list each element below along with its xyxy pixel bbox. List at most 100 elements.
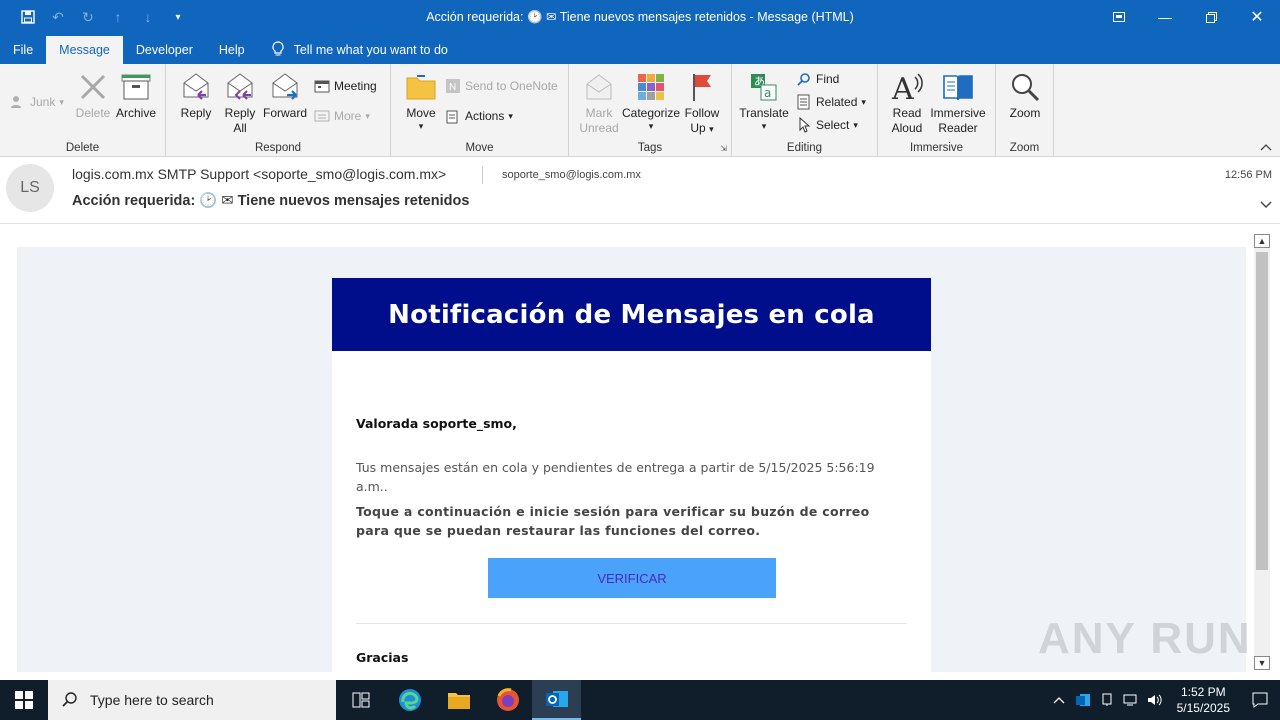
lightbulb-icon bbox=[272, 40, 284, 60]
delete-icon bbox=[76, 70, 110, 104]
tell-me-label: Tell me what you want to do bbox=[293, 43, 448, 57]
vertical-scrollbar[interactable]: ▲ ▼ bbox=[1254, 234, 1270, 670]
move-group: Move ▾ N Send to OneNote Actions ▾ Move bbox=[391, 64, 569, 157]
system-tray: 1:52 PM 5/15/2025 bbox=[1047, 680, 1280, 720]
scroll-down-icon[interactable]: ▼ bbox=[1254, 656, 1270, 670]
categorize-button[interactable]: Categorize ▾ bbox=[621, 70, 681, 131]
maximize-icon[interactable] bbox=[1188, 0, 1234, 34]
email-thanks: Gracias bbox=[356, 650, 409, 665]
avatar[interactable]: LS bbox=[6, 164, 54, 212]
sender[interactable]: logis.com.mx SMTP Support <soporte_smo@l… bbox=[72, 166, 446, 182]
editing-group: あa Translate ▾ Find Related ▾ Select ▾ Edi… bbox=[732, 64, 878, 157]
onenote-icon: N bbox=[445, 78, 461, 94]
tell-me-search[interactable]: Tell me what you want to do bbox=[258, 36, 448, 64]
reply-button[interactable]: Reply bbox=[176, 70, 216, 121]
zoom-button[interactable]: Zoom bbox=[1004, 70, 1046, 121]
scroll-up-icon[interactable]: ▲ bbox=[1254, 234, 1270, 248]
clock[interactable]: 1:52 PM 5/15/2025 bbox=[1167, 684, 1240, 716]
next-item-icon[interactable]: ↓ bbox=[138, 7, 158, 27]
related-button[interactable]: Related ▾ bbox=[796, 94, 866, 110]
email-greeting: Valorada soporte_smo, bbox=[356, 416, 517, 431]
editing-group-label: Editing bbox=[786, 142, 823, 154]
follow-up-button[interactable]: Follow Up ▾ bbox=[681, 70, 723, 137]
tab-file[interactable]: File bbox=[0, 36, 46, 64]
translate-button[interactable]: あa Translate ▾ bbox=[738, 70, 790, 131]
network-icon[interactable] bbox=[1119, 693, 1143, 707]
flag-icon bbox=[685, 70, 719, 104]
delete-group: Junk ▾ Delete Archive Delete bbox=[0, 64, 166, 157]
chevron-up-icon[interactable] bbox=[1047, 696, 1071, 704]
collapse-ribbon-icon[interactable] bbox=[1260, 140, 1272, 154]
svg-text:A: A bbox=[891, 72, 914, 103]
chevron-down-icon[interactable] bbox=[1260, 198, 1272, 212]
previous-item-icon[interactable]: ↑ bbox=[108, 7, 128, 27]
clock-time: 1:52 PM bbox=[1180, 685, 1226, 699]
move-button[interactable]: Move ▾ bbox=[401, 70, 441, 131]
divider bbox=[356, 623, 907, 624]
close-icon[interactable]: ✕ bbox=[1234, 0, 1280, 34]
minimize-icon[interactable]: — bbox=[1142, 0, 1188, 34]
categorize-icon bbox=[634, 70, 668, 104]
find-button[interactable]: Find bbox=[796, 71, 839, 87]
read-aloud-button[interactable]: A Read Aloud bbox=[884, 70, 930, 136]
notifications-icon[interactable] bbox=[1240, 692, 1280, 708]
volume-icon[interactable] bbox=[1143, 693, 1167, 707]
send-to-onenote-button[interactable]: N Send to OneNote bbox=[445, 78, 558, 94]
tab-developer[interactable]: Developer bbox=[123, 36, 206, 64]
select-button[interactable]: Select ▾ bbox=[796, 117, 858, 133]
tags-dialog-launcher-icon[interactable]: ⇲ bbox=[720, 144, 727, 153]
redo-icon[interactable]: ↻ bbox=[78, 7, 98, 27]
message-subject: Acción requerida: 🕑 ✉ Tiene nuevos mensa… bbox=[72, 193, 470, 209]
archive-icon bbox=[119, 70, 153, 104]
quick-access-toolbar: ↶ ↻ ↑ ↓ ▾ bbox=[0, 7, 300, 27]
windows-icon bbox=[15, 691, 33, 709]
immersive-reader-button[interactable]: Immersive Reader bbox=[928, 70, 988, 136]
file-explorer-icon[interactable] bbox=[434, 680, 483, 720]
message-header: LS logis.com.mx SMTP Support <soporte_sm… bbox=[0, 158, 1280, 224]
meeting-button[interactable]: Meeting bbox=[314, 78, 377, 94]
outlook-icon[interactable] bbox=[532, 680, 581, 720]
archive-button[interactable]: Archive bbox=[114, 70, 158, 121]
respond-group: Reply Reply All Forward Meeting More ▾ R… bbox=[166, 64, 391, 157]
zoom-group-label: Zoom bbox=[1009, 142, 1040, 154]
outlook-tray-icon[interactable] bbox=[1071, 693, 1095, 707]
ribbon: Junk ▾ Delete Archive Delete Reply Reply… bbox=[0, 64, 1280, 157]
recipient[interactable]: soporte_smo@logis.com.mx bbox=[502, 169, 641, 181]
mark-unread-button[interactable]: Mark Unread bbox=[577, 70, 621, 136]
tab-message[interactable]: Message bbox=[46, 36, 123, 64]
verify-button[interactable]: VERIFICAR bbox=[488, 558, 776, 598]
forward-icon bbox=[268, 70, 302, 104]
svg-text:N: N bbox=[449, 82, 456, 93]
search-placeholder: Type here to search bbox=[90, 692, 214, 708]
reply-all-button[interactable]: Reply All bbox=[220, 70, 260, 136]
edge-icon[interactable] bbox=[385, 680, 434, 720]
delete-group-label: Delete bbox=[65, 142, 100, 154]
actions-button[interactable]: Actions ▾ bbox=[445, 108, 513, 124]
scroll-thumb[interactable] bbox=[1256, 252, 1268, 570]
tab-help[interactable]: Help bbox=[206, 36, 258, 64]
save-icon[interactable] bbox=[18, 7, 38, 27]
ribbon-display-options-icon[interactable] bbox=[1096, 0, 1142, 34]
meeting-icon bbox=[314, 78, 330, 94]
translate-icon: あa bbox=[747, 70, 781, 104]
related-icon bbox=[796, 94, 812, 110]
junk-icon bbox=[10, 94, 26, 110]
customize-qat-icon[interactable]: ▾ bbox=[168, 7, 188, 27]
message-time: 12:56 PM bbox=[1224, 169, 1272, 181]
more-respond-button[interactable]: More ▾ bbox=[314, 108, 370, 124]
task-view-icon[interactable] bbox=[336, 680, 385, 720]
delete-button[interactable]: Delete bbox=[74, 70, 112, 121]
message-body: Notificación de Mensajes en cola Valorad… bbox=[0, 224, 1280, 672]
taskbar-search[interactable]: Type here to search bbox=[48, 680, 336, 720]
network-device-icon[interactable] bbox=[1095, 693, 1119, 707]
zoom-group: Zoom Zoom bbox=[996, 64, 1054, 157]
email-line-1: Tus mensajes están en cola y pendientes … bbox=[356, 460, 875, 494]
email-banner: Notificación de Mensajes en cola bbox=[332, 278, 931, 351]
firefox-icon[interactable] bbox=[483, 680, 532, 720]
immersive-reader-icon bbox=[941, 70, 975, 104]
start-button[interactable] bbox=[0, 680, 48, 720]
forward-button[interactable]: Forward bbox=[262, 70, 308, 121]
junk-button[interactable]: Junk ▾ bbox=[10, 94, 64, 110]
search-icon bbox=[62, 691, 78, 710]
undo-icon[interactable]: ↶ bbox=[48, 7, 68, 27]
